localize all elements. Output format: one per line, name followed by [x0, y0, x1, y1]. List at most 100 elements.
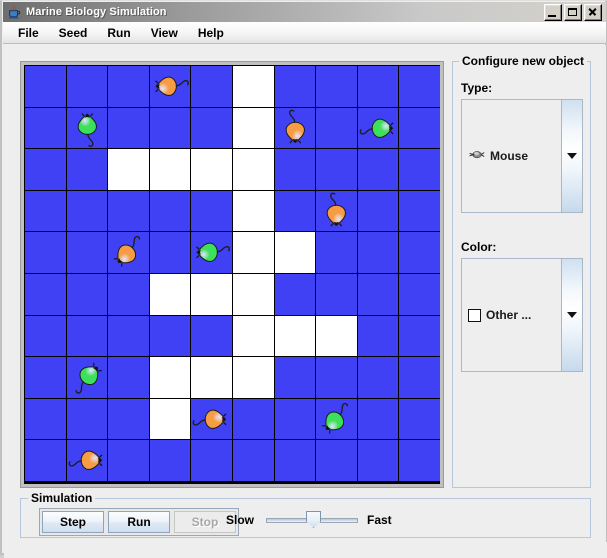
grid-cell[interactable]: [191, 440, 232, 481]
grid-cell[interactable]: [357, 107, 399, 149]
grid-cell[interactable]: [108, 398, 149, 440]
grid-cell[interactable]: [149, 440, 191, 481]
grid-cell[interactable]: [399, 66, 440, 107]
mouse-sprite[interactable]: [191, 232, 232, 273]
mouse-sprite[interactable]: [275, 108, 316, 149]
grid-cell[interactable]: [25, 398, 66, 440]
grid-cell[interactable]: [25, 273, 66, 315]
run-button[interactable]: Run: [108, 511, 170, 533]
grid-cell-empty[interactable]: [274, 315, 316, 357]
grid-cell[interactable]: [274, 66, 316, 107]
grid-cell[interactable]: [274, 273, 316, 315]
grid-cell[interactable]: [399, 398, 440, 440]
mouse-sprite[interactable]: [67, 108, 108, 149]
grid-cell[interactable]: [316, 398, 357, 440]
grid-cell[interactable]: [274, 398, 316, 440]
grid-cell[interactable]: [399, 357, 440, 398]
color-combo-dropdown-button[interactable]: [561, 259, 582, 371]
color-combo-selected-row[interactable]: Other ...: [468, 308, 531, 322]
grid-cell[interactable]: [399, 273, 440, 315]
grid-cell[interactable]: [25, 107, 66, 149]
menu-item-view[interactable]: View: [142, 24, 187, 42]
grid-cell[interactable]: [108, 232, 149, 273]
grid-cell[interactable]: [25, 190, 66, 232]
type-combo-selected-row[interactable]: Mouse: [468, 149, 528, 163]
grid-cell[interactable]: [108, 273, 149, 315]
menu-item-file[interactable]: File: [9, 24, 48, 42]
mouse-sprite[interactable]: [191, 399, 232, 440]
grid-cell[interactable]: [191, 315, 232, 357]
grid-cell[interactable]: [399, 107, 440, 149]
minimize-button[interactable]: [544, 3, 562, 21]
grid-cell[interactable]: [66, 315, 108, 357]
speed-slider-thumb[interactable]: [306, 511, 322, 528]
type-combo-dropdown-button[interactable]: [561, 100, 582, 212]
grid-cell[interactable]: [25, 440, 66, 481]
grid-cell-empty[interactable]: [232, 357, 274, 398]
grid-cell[interactable]: [357, 232, 399, 273]
grid-cell[interactable]: [357, 273, 399, 315]
grid-cell[interactable]: [66, 149, 108, 190]
grid-cell[interactable]: [149, 232, 191, 273]
grid-cell[interactable]: [399, 315, 440, 357]
color-combo-box[interactable]: Other ...: [461, 258, 583, 372]
grid-cell[interactable]: [66, 107, 108, 149]
grid-cell-empty[interactable]: [316, 315, 357, 357]
environment-grid[interactable]: [25, 66, 440, 481]
title-bar[interactable]: Marine Biology Simulation: [3, 2, 606, 22]
grid-cell[interactable]: [191, 66, 232, 107]
mouse-sprite[interactable]: [108, 232, 149, 273]
grid-cell[interactable]: [232, 398, 274, 440]
grid-cell-empty[interactable]: [232, 107, 274, 149]
menu-item-help[interactable]: Help: [189, 24, 233, 42]
mouse-sprite[interactable]: [67, 357, 108, 398]
grid-cell[interactable]: [316, 232, 357, 273]
grid-cell[interactable]: [66, 190, 108, 232]
step-button[interactable]: Step: [42, 511, 104, 533]
grid-cell[interactable]: [66, 273, 108, 315]
grid-cell[interactable]: [274, 190, 316, 232]
grid-cell[interactable]: [316, 149, 357, 190]
grid-cell[interactable]: [274, 357, 316, 398]
grid-cell[interactable]: [108, 190, 149, 232]
grid-cell[interactable]: [274, 149, 316, 190]
grid-cell[interactable]: [108, 440, 149, 481]
grid-cell[interactable]: [66, 398, 108, 440]
speed-slider[interactable]: [266, 511, 358, 528]
grid-cell[interactable]: [66, 232, 108, 273]
grid-cell[interactable]: [149, 107, 191, 149]
grid-cell[interactable]: [357, 315, 399, 357]
grid-cell-empty[interactable]: [149, 398, 191, 440]
grid-cell-empty[interactable]: [108, 149, 149, 190]
menu-item-seed[interactable]: Seed: [50, 24, 97, 42]
mouse-sprite[interactable]: [316, 191, 357, 232]
grid-cell[interactable]: [399, 149, 440, 190]
grid-cell[interactable]: [108, 107, 149, 149]
grid-cell[interactable]: [108, 315, 149, 357]
grid-cell[interactable]: [357, 440, 399, 481]
grid-cell[interactable]: [316, 66, 357, 107]
grid-cell-empty[interactable]: [149, 357, 191, 398]
grid-cell-empty[interactable]: [274, 232, 316, 273]
grid-cell[interactable]: [232, 440, 274, 481]
grid-cell[interactable]: [316, 190, 357, 232]
grid-cell[interactable]: [66, 440, 108, 481]
color-combo-list[interactable]: Other ...: [462, 259, 561, 371]
grid-cell[interactable]: [274, 107, 316, 149]
grid-cell-empty[interactable]: [232, 273, 274, 315]
grid-cell[interactable]: [399, 190, 440, 232]
grid-cell[interactable]: [25, 149, 66, 190]
maximize-button[interactable]: [564, 3, 582, 21]
environment-scroll-pane[interactable]: [20, 61, 444, 488]
grid-cell[interactable]: [399, 232, 440, 273]
grid-cell[interactable]: [66, 357, 108, 398]
grid-cell[interactable]: [316, 440, 357, 481]
grid-cell[interactable]: [108, 357, 149, 398]
grid-cell[interactable]: [66, 66, 108, 107]
grid-cell[interactable]: [191, 107, 232, 149]
grid-cell[interactable]: [191, 190, 232, 232]
mouse-sprite[interactable]: [358, 108, 399, 149]
grid-cell[interactable]: [399, 440, 440, 481]
grid-cell[interactable]: [191, 398, 232, 440]
mouse-sprite[interactable]: [67, 440, 108, 481]
